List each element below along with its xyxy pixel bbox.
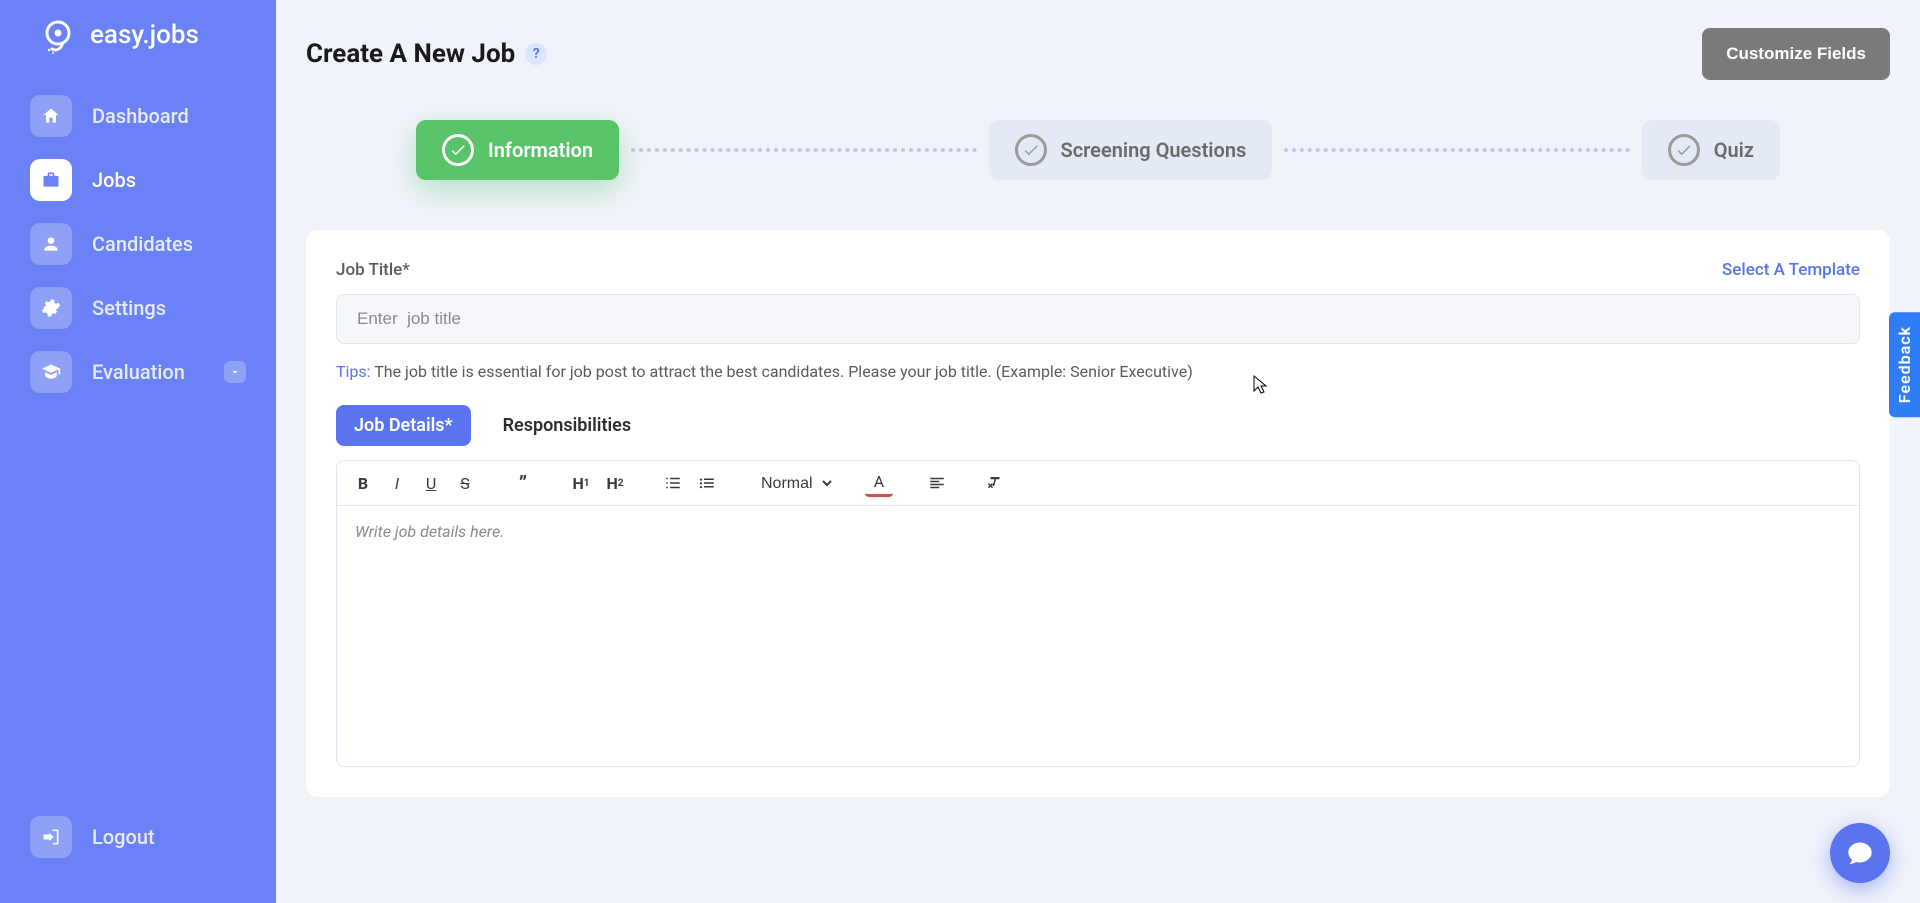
tips-label: Tips: bbox=[336, 362, 371, 381]
sidebar-item-evaluation[interactable]: Evaluation bbox=[30, 351, 246, 393]
sidebar-item-label: Candidates bbox=[92, 232, 193, 256]
sidebar-item-dashboard[interactable]: Dashboard bbox=[30, 95, 246, 137]
clear-format-icon[interactable] bbox=[981, 469, 1009, 497]
rich-text-editor: B I U S ” H1 H2 Normal bbox=[336, 460, 1860, 767]
heading1-icon[interactable]: H1 bbox=[567, 469, 595, 497]
gear-icon bbox=[30, 287, 72, 329]
tips-body: The job title is essential for job post … bbox=[371, 362, 1193, 381]
form-card: Job Title* Select A Template Tips: The j… bbox=[306, 230, 1890, 797]
sidebar-item-label: Settings bbox=[92, 296, 166, 320]
tabs: Job Details* Responsibilities bbox=[336, 405, 1860, 446]
ordered-list-icon[interactable] bbox=[659, 469, 687, 497]
italic-icon[interactable]: I bbox=[383, 469, 411, 497]
job-title-label: Job Title* bbox=[336, 260, 410, 280]
page-title: Create A New Job bbox=[306, 39, 515, 69]
home-icon bbox=[30, 95, 72, 137]
briefcase-icon bbox=[30, 159, 72, 201]
heading2-icon[interactable]: H2 bbox=[601, 469, 629, 497]
user-icon bbox=[30, 223, 72, 265]
step-quiz[interactable]: Quiz bbox=[1642, 120, 1780, 180]
step-label: Screening Questions bbox=[1061, 138, 1247, 162]
chevron-down-icon bbox=[224, 361, 246, 383]
align-icon[interactable] bbox=[923, 469, 951, 497]
bold-icon[interactable]: B bbox=[349, 469, 377, 497]
sidebar: easy.jobs Dashboard Jobs Candidates Set bbox=[0, 0, 276, 903]
tab-responsibilities[interactable]: Responsibilities bbox=[485, 405, 650, 446]
select-template-link[interactable]: Select A Template bbox=[1722, 260, 1860, 280]
graduation-icon bbox=[30, 351, 72, 393]
step-label: Quiz bbox=[1714, 138, 1754, 162]
job-title-input[interactable] bbox=[336, 294, 1860, 344]
page-header: Create A New Job ? Customize Fields bbox=[306, 28, 1890, 80]
logout-icon bbox=[30, 816, 72, 858]
customize-fields-button[interactable]: Customize Fields bbox=[1702, 28, 1890, 80]
step-screening-questions[interactable]: Screening Questions bbox=[989, 120, 1273, 180]
help-icon[interactable]: ? bbox=[525, 43, 547, 65]
quote-icon[interactable]: ” bbox=[509, 469, 537, 497]
brand-name: easy.jobs bbox=[90, 20, 199, 50]
editor-toolbar: B I U S ” H1 H2 Normal bbox=[337, 461, 1859, 506]
check-circle-icon bbox=[1668, 134, 1700, 166]
brand-logo[interactable]: easy.jobs bbox=[30, 15, 246, 55]
sidebar-item-label: Evaluation bbox=[92, 360, 185, 384]
sidebar-nav: Dashboard Jobs Candidates Settings Evalu bbox=[30, 95, 246, 816]
feedback-tab[interactable]: Feedback bbox=[1889, 312, 1920, 417]
stepper-connector bbox=[1284, 148, 1629, 152]
sidebar-item-jobs[interactable]: Jobs bbox=[30, 159, 246, 201]
sidebar-item-label: Dashboard bbox=[92, 104, 189, 128]
check-circle-icon bbox=[1015, 134, 1047, 166]
stepper-connector bbox=[631, 148, 976, 152]
main-content: Create A New Job ? Customize Fields Info… bbox=[276, 0, 1920, 903]
underline-icon[interactable]: U bbox=[417, 469, 445, 497]
strikethrough-icon[interactable]: S bbox=[451, 469, 479, 497]
tips-text: Tips: The job title is essential for job… bbox=[336, 362, 1860, 381]
sidebar-item-candidates[interactable]: Candidates bbox=[30, 223, 246, 265]
text-color-icon[interactable]: A bbox=[865, 469, 893, 497]
sidebar-item-label: Jobs bbox=[92, 168, 136, 192]
logout-label: Logout bbox=[92, 825, 155, 849]
logout-button[interactable]: Logout bbox=[30, 816, 246, 858]
tab-job-details[interactable]: Job Details* bbox=[336, 405, 471, 446]
sidebar-item-settings[interactable]: Settings bbox=[30, 287, 246, 329]
step-information[interactable]: Information bbox=[416, 120, 619, 180]
stepper: Information Screening Questions Quiz bbox=[306, 120, 1890, 230]
chat-icon bbox=[1846, 839, 1874, 867]
editor-body[interactable]: Write job details here. bbox=[337, 506, 1859, 766]
step-label: Information bbox=[488, 138, 593, 162]
brand-logo-icon bbox=[38, 15, 78, 55]
chat-bubble-button[interactable] bbox=[1830, 823, 1890, 883]
check-circle-icon bbox=[442, 134, 474, 166]
font-size-select[interactable]: Normal bbox=[751, 470, 835, 497]
unordered-list-icon[interactable] bbox=[693, 469, 721, 497]
